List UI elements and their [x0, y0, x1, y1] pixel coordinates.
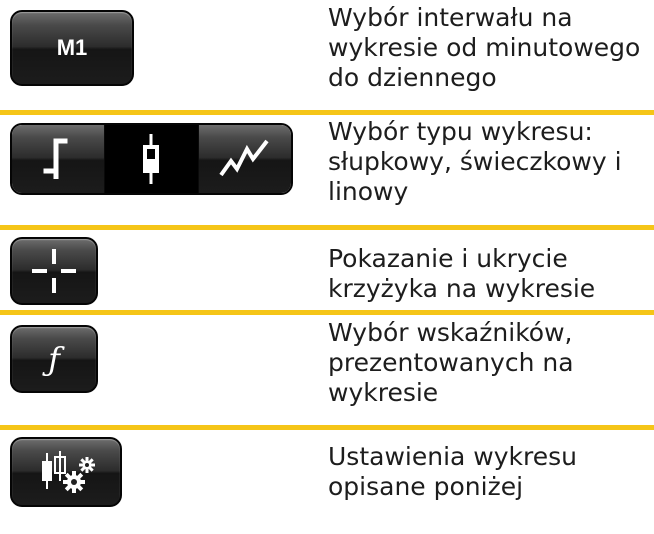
- timeframe-button[interactable]: M1: [10, 10, 134, 86]
- candlestick-chart-icon: [143, 134, 160, 184]
- line-chart-icon: [219, 139, 269, 177]
- row-indicators: ƒ Wybór wskaźników, prezentowanych na wy…: [0, 315, 654, 425]
- crosshair-icon: [32, 249, 76, 293]
- timeframe-label: M1: [56, 35, 88, 60]
- chart-type-description: Wybór typu wykresu: słupkowy, świeczkowy…: [328, 117, 622, 206]
- crosshair-description: Pokazanie i ukrycie krzyżyka na wykresie: [328, 244, 596, 303]
- settings-description: Ustawienia wykresu opisane poniżej: [328, 442, 577, 501]
- row-timeframe: M1 Wybór interwału na wykresie od minuto…: [0, 0, 654, 110]
- bar-chart-icon: [43, 138, 68, 179]
- chart-type-candle-button[interactable]: [104, 125, 198, 193]
- row-crosshair: Pokazanie i ukrycie krzyżyka na wykresie: [0, 230, 654, 310]
- chart-type-line-button[interactable]: [197, 125, 291, 193]
- indicators-button[interactable]: ƒ: [10, 325, 98, 393]
- timeframe-description: Wybór interwału na wykresie od minutoweg…: [328, 3, 641, 92]
- chart-settings-button[interactable]: [10, 437, 122, 507]
- chart-toolbar-legend: M1 Wybór interwału na wykresie od minuto…: [0, 0, 654, 534]
- row-settings: Ustawienia wykresu opisane poniżej: [0, 430, 654, 534]
- chart-type-bar-button[interactable]: [12, 125, 105, 193]
- chart-settings-gear-icon: [42, 451, 95, 493]
- row-chart-type: Wybór typu wykresu: słupkowy, świeczkowy…: [0, 115, 654, 225]
- crosshair-button[interactable]: [10, 237, 98, 305]
- chart-type-segmented-control: [10, 123, 293, 195]
- indicators-description: Wybór wskaźników, prezentowanych na wykr…: [328, 318, 574, 407]
- function-f-icon: ƒ: [48, 340, 60, 378]
